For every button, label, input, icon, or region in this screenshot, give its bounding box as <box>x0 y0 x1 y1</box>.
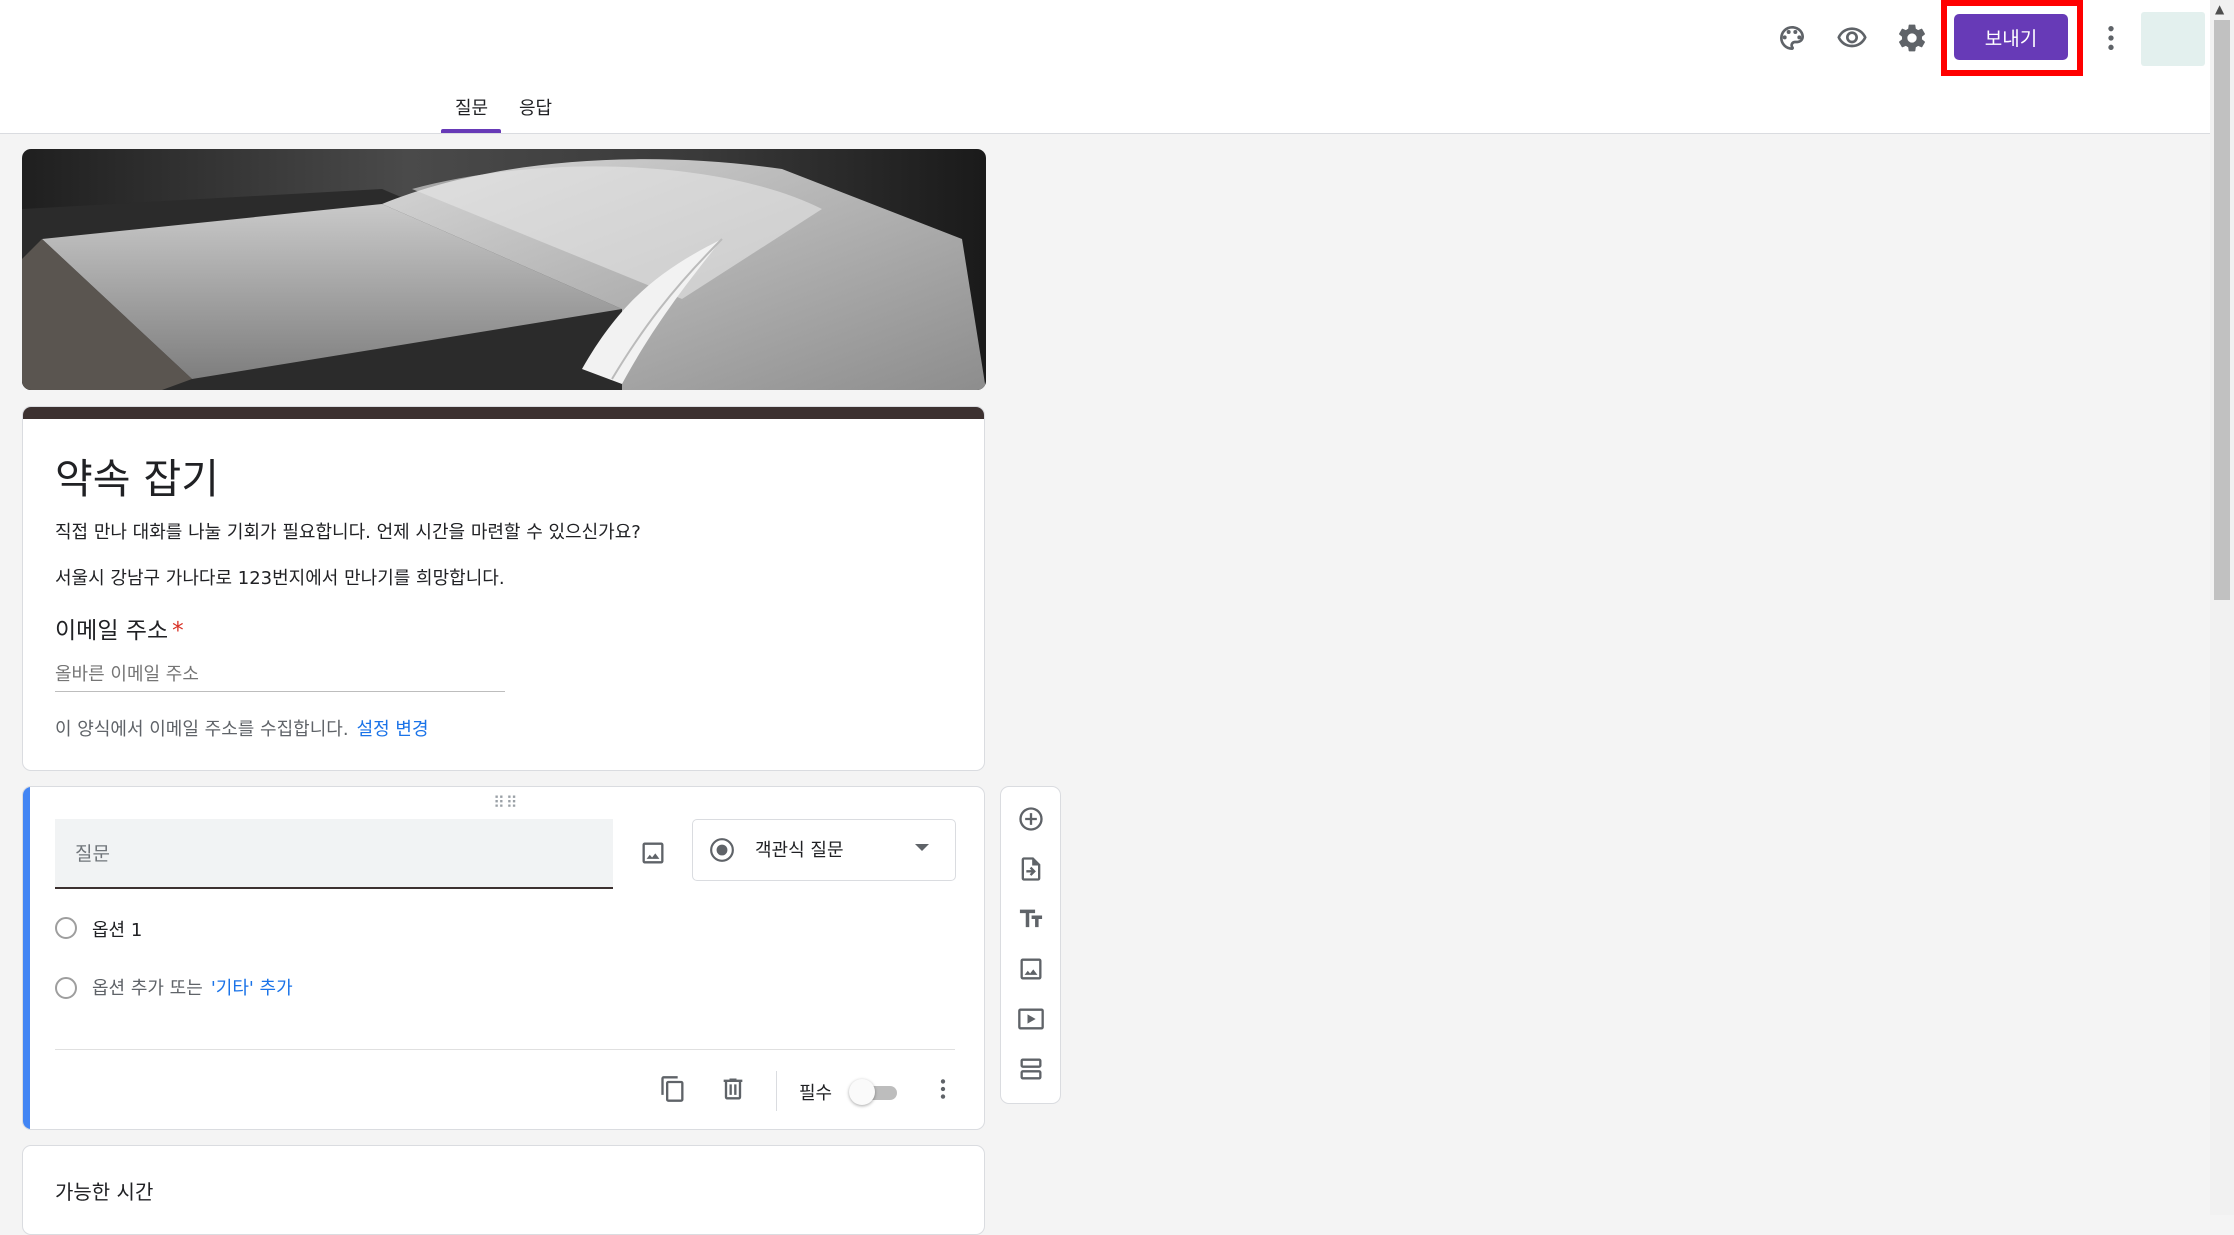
change-settings-link[interactable]: 설정 변경 <box>357 719 429 740</box>
email-note-text: 이 양식에서 이메일 주소를 수집합니다. <box>55 719 349 740</box>
top-header <box>0 0 2210 134</box>
required-asterisk: * <box>172 618 184 644</box>
question-type-label: 객관식 질문 <box>755 840 844 861</box>
question-title-placeholder: 질문 <box>75 843 110 865</box>
scroll-up-arrow-icon[interactable]: ▲ <box>2215 2 2224 16</box>
email-collection-note: 이 양식에서 이메일 주소를 수집합니다. 설정 변경 <box>55 715 429 741</box>
add-option-text[interactable]: 옵션 추가 또는 <box>92 978 203 999</box>
option-radio <box>55 917 77 939</box>
more-vert-icon[interactable] <box>2091 18 2131 58</box>
question-title-field[interactable]: 질문 <box>55 819 613 889</box>
form-description-line-2[interactable]: 서울시 강남구 가나다로 123번지에서 만나기를 희망합니다. <box>55 564 505 590</box>
dropdown-arrow-icon <box>915 844 929 851</box>
gear-icon[interactable] <box>1892 18 1932 58</box>
option-label[interactable]: 옵션 1 <box>92 916 142 942</box>
required-toggle[interactable] <box>849 1079 901 1107</box>
footer-separator <box>776 1071 777 1111</box>
drag-handle-icon[interactable]: ⠿⠿ <box>493 793 518 812</box>
add-option[interactable]: 옵션 추가 또는 '기타' 추가 <box>92 974 293 1000</box>
toggle-knob <box>849 1079 875 1105</box>
question-type-dropdown[interactable]: 객관식 질문 <box>692 819 956 881</box>
header-image <box>22 149 986 390</box>
email-field[interactable] <box>55 657 505 692</box>
active-tab-indicator <box>441 129 501 133</box>
question-card[interactable]: ⠿⠿ 질문 객관식 질문 옵션 1 옵션 추가 또는 '기타' 추가 필수 <box>22 786 985 1130</box>
add-other-link[interactable]: '기타' 추가 <box>211 978 293 999</box>
tab-questions[interactable]: 질문 <box>455 94 488 120</box>
more-options-icon[interactable] <box>923 1069 963 1109</box>
radio-button-checked-icon <box>710 838 734 862</box>
email-label: 이메일 주소 * <box>55 611 184 645</box>
scrollbar-thumb[interactable] <box>2214 20 2230 600</box>
tab-responses[interactable]: 응답 <box>519 94 552 120</box>
add-title-icon[interactable] <box>1011 899 1051 939</box>
next-question-title[interactable]: 가능한 시간 <box>55 1176 153 1205</box>
trash-icon[interactable] <box>713 1069 753 1109</box>
eye-icon[interactable] <box>1832 18 1872 58</box>
add-image-icon[interactable] <box>1011 949 1051 989</box>
form-title[interactable]: 약속 잡기 <box>55 445 219 505</box>
add-option-radio <box>55 977 77 999</box>
form-title-card: 약속 잡기 직접 만나 대화를 나눌 기회가 필요합니다. 언제 시간을 마련할… <box>22 406 985 771</box>
floating-toolbar <box>1000 786 1061 1104</box>
add-image-icon[interactable] <box>633 833 673 873</box>
required-label: 필수 <box>799 1083 833 1104</box>
palette-icon[interactable] <box>1772 18 1812 58</box>
send-button-highlight <box>1941 0 2083 76</box>
title-card-accent-bar <box>23 407 984 419</box>
add-video-icon[interactable] <box>1011 999 1051 1039</box>
question-active-accent <box>23 787 30 1129</box>
add-section-icon[interactable] <box>1011 1049 1051 1089</box>
duplicate-icon[interactable] <box>653 1069 693 1109</box>
import-questions-icon[interactable] <box>1011 849 1051 889</box>
avatar[interactable] <box>2141 12 2205 66</box>
next-question-card[interactable]: 가능한 시간 <box>22 1145 985 1235</box>
email-label-text: 이메일 주소 <box>55 618 169 644</box>
form-description-line-1[interactable]: 직접 만나 대화를 나눌 기회가 필요합니다. 언제 시간을 마련할 수 있으신… <box>55 518 641 544</box>
add-question-icon[interactable] <box>1011 799 1051 839</box>
question-footer-divider <box>55 1049 955 1050</box>
